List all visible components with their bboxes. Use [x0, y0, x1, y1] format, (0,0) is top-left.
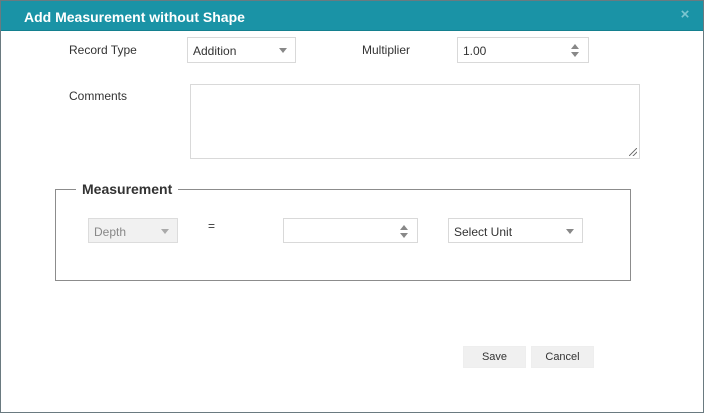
spin-up-icon[interactable] — [571, 44, 579, 49]
resize-handle-icon[interactable] — [629, 148, 637, 156]
cancel-button[interactable]: Cancel — [531, 346, 594, 368]
spin-down-icon[interactable] — [400, 233, 408, 238]
save-button[interactable]: Save — [463, 346, 526, 368]
multiplier-value: 1.00 — [463, 44, 487, 58]
dimension-value: Depth — [94, 225, 127, 239]
amount-stepper[interactable] — [283, 218, 418, 243]
spin-down-icon[interactable] — [571, 52, 579, 57]
comments-textarea[interactable] — [190, 84, 640, 159]
comments-label: Comments — [69, 89, 128, 103]
dimension-select[interactable]: Depth — [88, 218, 178, 243]
record-type-label: Record Type — [69, 43, 137, 57]
unit-select[interactable]: Select Unit — [448, 218, 583, 243]
record-type-select[interactable]: Addition — [187, 37, 296, 63]
record-type-value: Addition — [193, 44, 237, 58]
equals-sign: = — [208, 219, 216, 233]
chevron-down-icon — [566, 229, 574, 234]
multiplier-stepper[interactable]: 1.00 — [457, 37, 589, 63]
multiplier-label: Multiplier — [362, 43, 411, 57]
dialog-title: Add Measurement without Shape — [24, 9, 245, 25]
chevron-down-icon — [161, 229, 169, 234]
unit-value: Select Unit — [454, 225, 513, 239]
close-icon[interactable]: × — [677, 7, 693, 23]
chevron-down-icon — [279, 48, 287, 53]
add-measurement-dialog: Add Measurement without Shape × Record T… — [0, 0, 704, 413]
spin-up-icon[interactable] — [400, 225, 408, 230]
measurement-legend: Measurement — [76, 181, 179, 197]
dialog-titlebar: Add Measurement without Shape × — [1, 1, 703, 31]
